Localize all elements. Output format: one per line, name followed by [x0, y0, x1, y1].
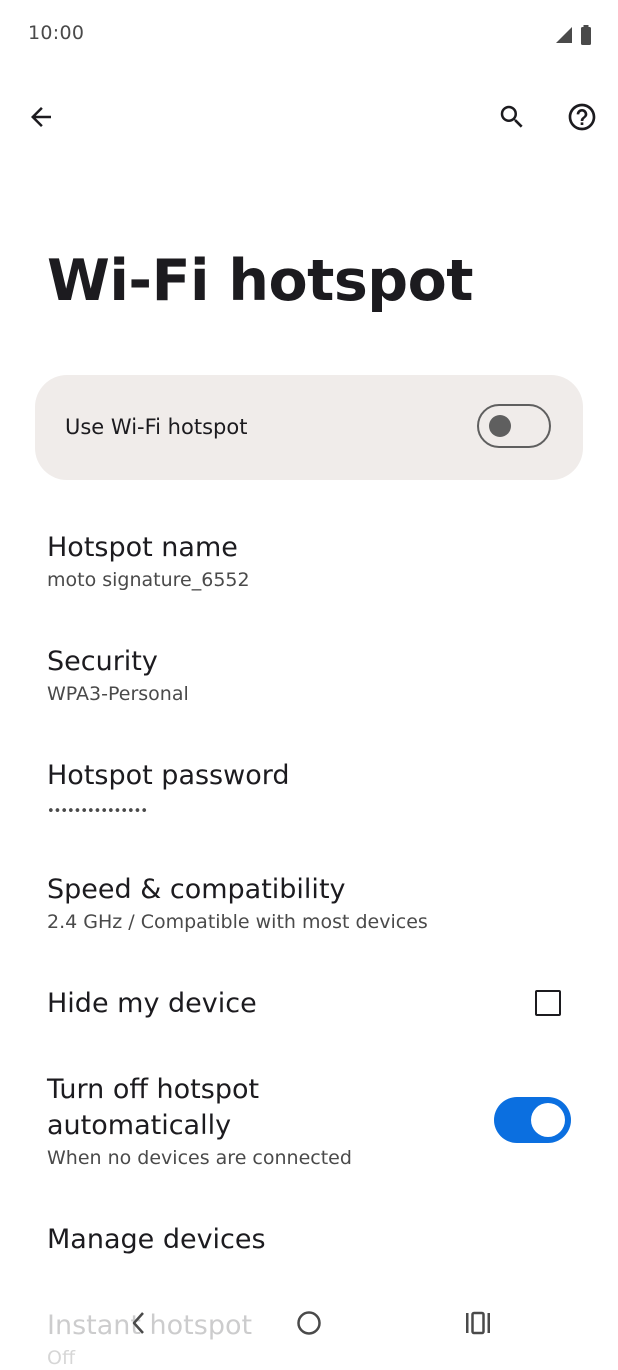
search-button[interactable]: [490, 97, 534, 141]
back-button[interactable]: [19, 97, 63, 141]
pref-security[interactable]: Security WPA3-Personal: [47, 644, 587, 706]
hide-device-checkbox[interactable]: [535, 990, 561, 1016]
pref-title: Speed & compatibility: [47, 874, 346, 905]
pref-title: Hotspot name: [47, 532, 238, 563]
pref-summary: 2.4 GHz / Compatible with most devices: [47, 911, 428, 933]
battery-icon: [580, 25, 592, 49]
pref-hotspot-password[interactable]: Hotspot password •••••••••••••••: [47, 758, 587, 824]
pref-title: Hotspot password: [47, 760, 290, 791]
help-button[interactable]: [560, 97, 604, 141]
nav-home-button[interactable]: [287, 1307, 331, 1343]
nav-home-icon: [296, 1310, 322, 1340]
pref-title: Turn off hotspot automatically: [47, 1074, 260, 1141]
pref-turn-off-automatically[interactable]: Turn off hotspot automatically When no d…: [47, 1072, 447, 1170]
toggle-knob: [531, 1103, 565, 1137]
signal-icon: [554, 25, 574, 49]
nav-back-button[interactable]: [117, 1307, 161, 1343]
status-icons: [554, 25, 592, 49]
help-circle-icon: [566, 101, 598, 137]
status-time: 10:00: [28, 22, 85, 44]
nav-back-icon: [128, 1310, 150, 1340]
main-switch-label: Use Wi-Fi hotspot: [65, 415, 248, 439]
app-bar: [0, 90, 618, 150]
pref-summary: moto signature_6552: [47, 569, 250, 591]
pref-manage-devices[interactable]: Manage devices: [47, 1222, 587, 1258]
pref-hotspot-name[interactable]: Hotspot name moto signature_6552: [47, 530, 587, 592]
nav-recents-icon: [464, 1310, 492, 1340]
pref-title: Manage devices: [47, 1224, 266, 1255]
arrow-back-icon: [26, 102, 56, 136]
status-bar: 10:00: [0, 0, 618, 70]
pref-title: Security: [47, 646, 158, 677]
search-icon: [497, 102, 527, 136]
pref-title: Hide my device: [47, 988, 257, 1019]
nav-recents-button[interactable]: [456, 1307, 500, 1343]
main-switch-card[interactable]: Use Wi-Fi hotspot: [35, 375, 583, 480]
toggle-knob: [489, 415, 511, 437]
pref-speed-compatibility[interactable]: Speed & compatibility 2.4 GHz / Compatib…: [47, 872, 587, 934]
hotspot-toggle[interactable]: [477, 404, 551, 448]
pref-summary: •••••••••••••••: [47, 804, 148, 819]
pref-hide-my-device[interactable]: Hide my device: [47, 986, 467, 1022]
pref-summary: WPA3-Personal: [47, 683, 189, 705]
page-title: Wi-Fi hotspot: [47, 248, 474, 314]
pref-summary: When no devices are connected: [47, 1147, 352, 1169]
navigation-bar: [0, 1295, 618, 1360]
auto-off-toggle[interactable]: [494, 1097, 571, 1143]
